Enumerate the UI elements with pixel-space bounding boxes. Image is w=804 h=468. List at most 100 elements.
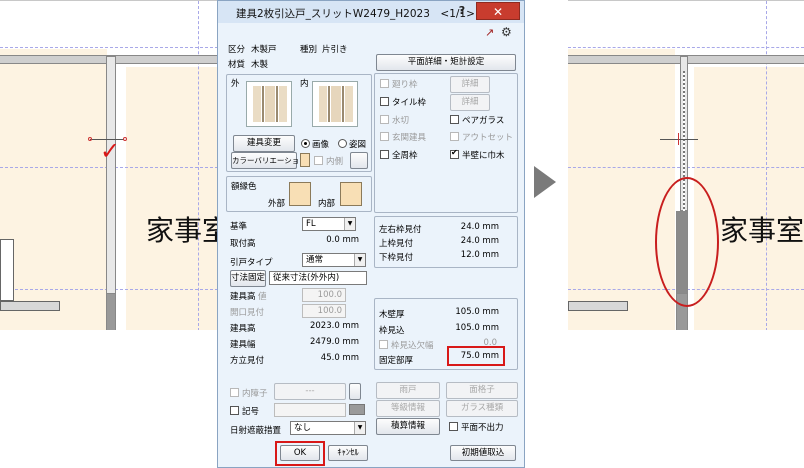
exterior-color-swatch[interactable] xyxy=(289,182,311,206)
symbol-pattern-button[interactable] xyxy=(349,404,365,415)
tile-frame-detail-button[interactable]: 詳細 xyxy=(450,94,490,111)
inner-side-label: 内側 xyxy=(326,157,344,167)
room-label: 家事室 xyxy=(720,214,804,247)
fitting-endpoint xyxy=(88,137,92,141)
frame-depth-gap-checkbox[interactable] xyxy=(379,340,388,349)
highlight-ellipse xyxy=(655,177,719,307)
elevation-radio-label: 姿図 xyxy=(349,140,367,150)
fitting-width-field[interactable]: 2479.0 mm xyxy=(302,336,362,350)
color-variation-button[interactable]: カラーバリエーション xyxy=(231,152,307,169)
image-radio[interactable] xyxy=(301,139,310,148)
room-floor-area xyxy=(126,67,218,330)
room-label: 家事室 xyxy=(146,214,218,247)
fixture xyxy=(0,239,14,301)
storm-shutter-button[interactable]: 雨戸 xyxy=(376,382,440,399)
reset-button[interactable]: 初期値取込 xyxy=(450,445,516,461)
lr-frame-label: 左右枠見付 xyxy=(379,225,422,235)
fitting-line xyxy=(660,139,698,140)
inside-label: 内 xyxy=(300,79,309,89)
all-frames-checkbox[interactable] xyxy=(380,150,389,159)
frame-depth-field[interactable]: 105.0 mm xyxy=(448,322,502,336)
fitting-height-top-suffix: 値 xyxy=(258,292,267,302)
fixed-thickness-highlight xyxy=(447,346,505,366)
bottom-frame-label: 下枠見付 xyxy=(379,253,414,263)
top-frame-label: 上枠見付 xyxy=(379,239,414,249)
fitting-info-button[interactable]: 等級情報 xyxy=(376,400,440,417)
cancel-button[interactable]: ｷｬﾝｾﾙ xyxy=(328,445,368,461)
mullion-button[interactable]: --- xyxy=(274,383,346,400)
frame-cut-label: 廻り枠 xyxy=(392,80,418,90)
grid-line xyxy=(766,1,767,330)
mullion-more-button[interactable] xyxy=(349,383,361,400)
frame-cut-detail-button[interactable]: 詳細 xyxy=(450,76,490,93)
inner-side-checkbox[interactable] xyxy=(314,156,323,165)
shading-select[interactable]: なし ▼ xyxy=(290,421,366,435)
frame-offset-field[interactable]: 100.0 xyxy=(302,304,346,318)
outside-preview-image xyxy=(246,81,292,127)
outset-checkbox[interactable] xyxy=(450,132,459,141)
category-label: 区分 xyxy=(228,45,246,55)
interior-color-swatch[interactable] xyxy=(340,182,362,206)
ok-highlight xyxy=(275,441,325,466)
tile-frame-checkbox[interactable] xyxy=(380,97,389,106)
stile-field[interactable]: 45.0 mm xyxy=(302,352,362,366)
symbol-checkbox[interactable] xyxy=(230,406,239,415)
mount-height-field[interactable]: 0.0 mm xyxy=(302,234,362,248)
wall xyxy=(0,301,60,311)
water-cut-checkbox[interactable] xyxy=(380,115,389,124)
lr-frame-field[interactable]: 24.0 mm xyxy=(448,221,502,235)
help-button[interactable]: ? xyxy=(450,3,474,19)
estimate-info-button[interactable]: 積算情報 xyxy=(376,418,440,435)
color-swatch-small[interactable] xyxy=(300,153,310,167)
change-fitting-button[interactable]: 建具変更 xyxy=(233,135,295,152)
fitting-height-top-field[interactable]: 100.0 xyxy=(302,288,346,302)
fitting-height-label: 建具高 xyxy=(230,324,256,334)
mullion-checkbox[interactable] xyxy=(230,388,239,397)
pick-icon[interactable]: ↗ xyxy=(485,26,494,39)
category-value: 木製戸 xyxy=(251,45,277,55)
frame-depth-gap-label: 枠見込欠幅 xyxy=(391,341,434,351)
dimension-fix-button[interactable]: 寸法固定 xyxy=(230,270,266,287)
dimension-fix-field[interactable]: 従来寸法(外外内) xyxy=(269,271,367,285)
fitting-height-field[interactable]: 2023.0 mm xyxy=(302,320,362,334)
entrance-fitting-checkbox[interactable] xyxy=(380,132,389,141)
half-wall-checkbox[interactable] xyxy=(450,148,459,159)
fitting-height-top-label: 建具高 xyxy=(230,292,256,302)
pair-glass-checkbox[interactable] xyxy=(450,115,459,124)
frame-depth-label: 枠見込 xyxy=(379,326,405,336)
symbol-field[interactable] xyxy=(274,403,346,417)
wall xyxy=(106,56,116,308)
material-value: 木製 xyxy=(251,60,269,70)
top-frame-field[interactable]: 24.0 mm xyxy=(448,235,502,249)
stile-label: 方立見付 xyxy=(230,356,265,366)
checkmark-icon: ✓ xyxy=(100,137,121,165)
grid-line xyxy=(0,47,218,48)
frame-cut-checkbox[interactable] xyxy=(380,79,389,88)
type-value: 片引き xyxy=(322,45,348,55)
symbol-label: 記号 xyxy=(242,407,260,417)
glass-type-button[interactable]: ガラス種類 xyxy=(446,400,518,417)
settings-gear-icon[interactable]: ⚙ xyxy=(501,25,512,39)
sliding-type-select[interactable]: 通常 ▼ xyxy=(302,253,366,267)
lattice-button[interactable]: 面格子 xyxy=(446,382,518,399)
elevation-radio[interactable] xyxy=(338,139,347,148)
water-cut-label: 水切 xyxy=(392,116,410,126)
fixed-thickness-label: 固定部厚 xyxy=(379,356,414,366)
dialog-titlebar[interactable]: 建具2枚引込戸_スリットW2479_H2023 <1/1> ? ✕ xyxy=(218,1,524,23)
base-select[interactable]: FL ▼ xyxy=(302,217,356,231)
sliding-type-label: 引戸タイプ xyxy=(230,258,273,268)
inner-side-button[interactable] xyxy=(350,152,368,169)
cad-view-before[interactable]: ✓ 家事室 xyxy=(0,0,218,330)
material-label: 材質 xyxy=(228,60,246,70)
bottom-frame-field[interactable]: 12.0 mm xyxy=(448,249,502,263)
plan-detail-button[interactable]: 平面詳細・矩計設定 xyxy=(376,54,516,71)
no-plan-output-checkbox[interactable] xyxy=(449,422,458,431)
mount-height-label: 取付高 xyxy=(230,239,256,249)
outside-label: 外 xyxy=(231,79,240,89)
image-radio-label: 画像 xyxy=(312,140,330,150)
room-floor-area xyxy=(568,49,675,330)
half-wall-label: 半壁に巾木 xyxy=(462,151,505,161)
fitting-marker xyxy=(678,133,679,145)
wall-thickness-field[interactable]: 105.0 mm xyxy=(448,306,502,320)
close-button[interactable]: ✕ xyxy=(476,2,520,20)
